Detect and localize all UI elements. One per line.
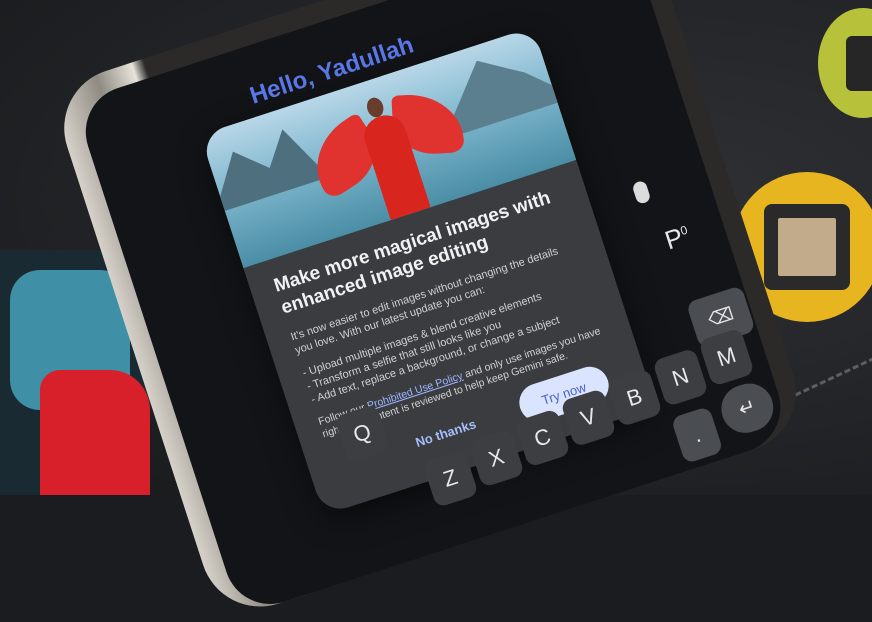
key-p[interactable]: P0 (661, 220, 693, 257)
enter-icon[interactable]: ↵ (715, 377, 780, 440)
no-thanks-button[interactable]: No thanks (413, 416, 477, 450)
phone: Hello, Yadullah P0 Make more magical ima… (48, 0, 812, 622)
phone-screen: Hello, Yadullah P0 Make more magical ima… (73, 0, 793, 616)
key-n[interactable]: N (652, 347, 709, 407)
key-period[interactable]: . (670, 406, 724, 465)
mic-icon[interactable] (631, 179, 652, 205)
